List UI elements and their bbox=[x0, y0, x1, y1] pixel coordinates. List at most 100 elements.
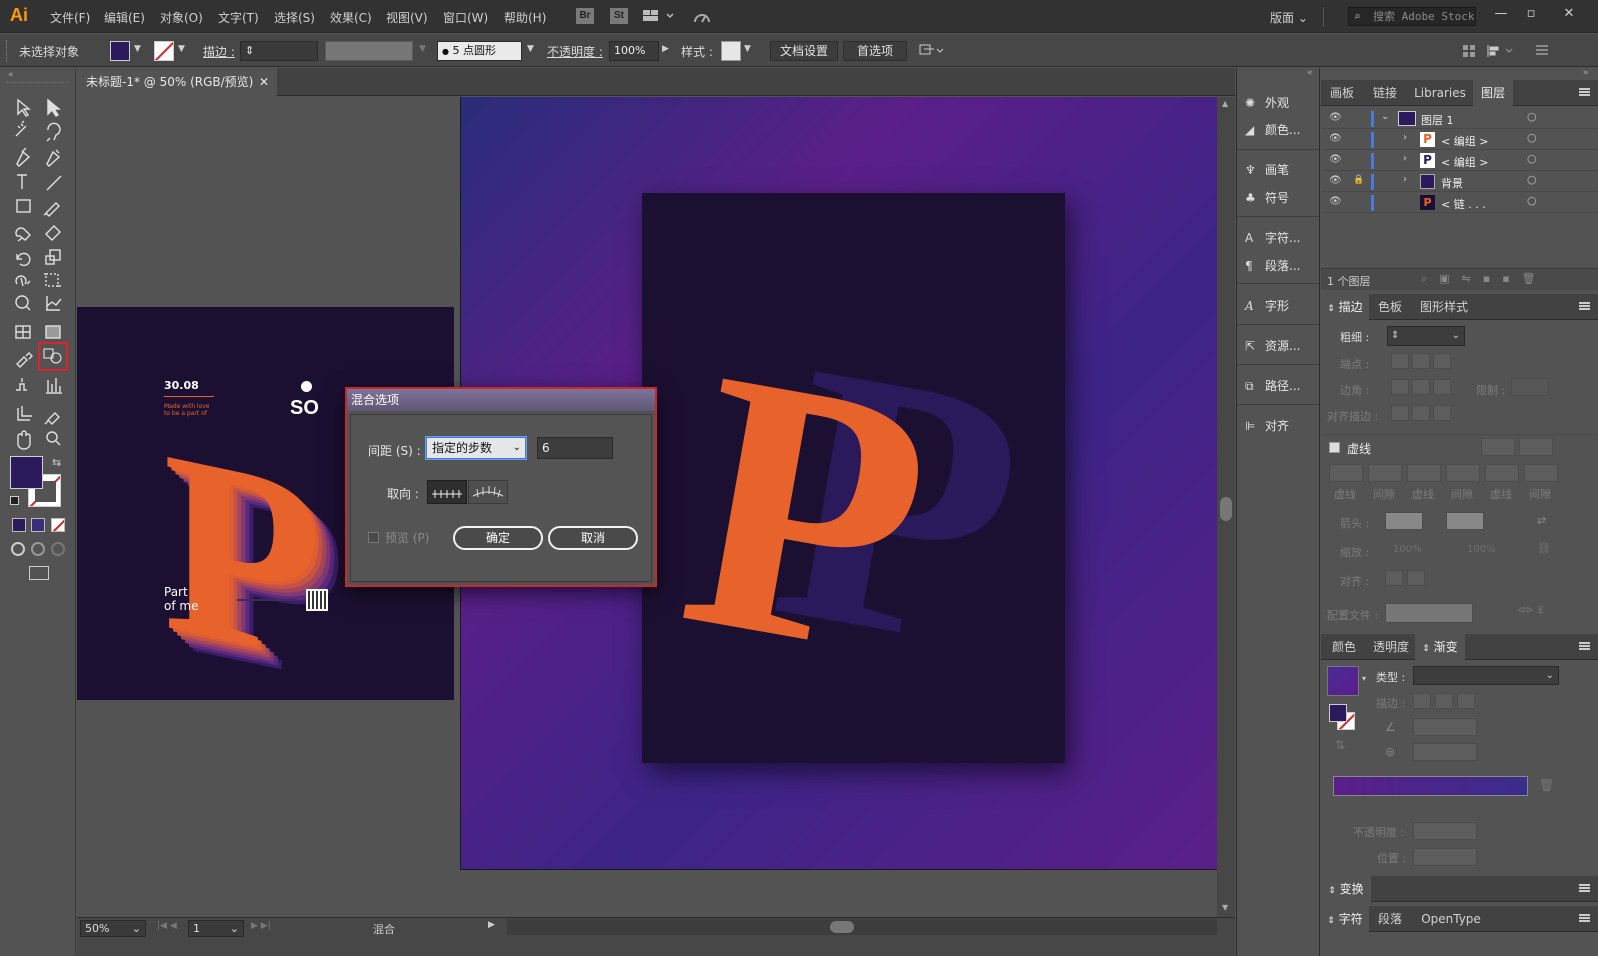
menu-type[interactable]: 文字(T) bbox=[218, 9, 259, 26]
tab-layers[interactable]: 图层 bbox=[1473, 80, 1513, 106]
menu-select[interactable]: 选择(S) bbox=[274, 9, 315, 26]
dashed-line-checkbox[interactable] bbox=[1329, 442, 1340, 453]
tab-links[interactable]: 链接 bbox=[1363, 80, 1407, 106]
menu-object[interactable]: 对象(O) bbox=[160, 9, 203, 26]
arrange-icon[interactable] bbox=[1462, 44, 1476, 58]
horizontal-scrollbar[interactable] bbox=[507, 919, 1217, 935]
chevron-right-icon[interactable]: › bbox=[1403, 153, 1407, 164]
close-tab-icon[interactable]: ✕ bbox=[259, 68, 269, 96]
chevron-down-icon[interactable]: ▼ bbox=[527, 44, 534, 54]
screen-mode-icon[interactable] bbox=[29, 566, 49, 580]
align-to-path-button[interactable] bbox=[468, 480, 508, 504]
panel-menu-icon[interactable] bbox=[1579, 642, 1590, 650]
menu-window[interactable]: 窗口(W) bbox=[443, 9, 488, 26]
gradient-fill-swatch[interactable] bbox=[1329, 704, 1347, 722]
visibility-eye-icon[interactable]: 👁 bbox=[1329, 154, 1342, 165]
panel-menu-icon[interactable] bbox=[1579, 302, 1590, 310]
draw-behind-icon[interactable] bbox=[31, 542, 45, 556]
graphic-style-swatch[interactable] bbox=[721, 41, 741, 61]
stroke-weight-label[interactable]: 描边 : bbox=[203, 43, 235, 60]
layer-row[interactable]: 👁 ⌄ 图层 1 ○ bbox=[1321, 109, 1598, 129]
ok-button[interactable]: 确定 bbox=[453, 526, 543, 550]
stroke-weight-input[interactable]: ⇕ ⌄ bbox=[1387, 326, 1465, 346]
chevron-right-icon[interactable]: › bbox=[1403, 132, 1407, 143]
scrollbar-thumb[interactable] bbox=[1220, 497, 1232, 521]
status-menu-icon[interactable]: ▶ bbox=[488, 920, 495, 930]
layer-name[interactable]: 图层 1 bbox=[1421, 112, 1454, 128]
tab-stroke[interactable]: ⇕ 描边 bbox=[1321, 294, 1369, 320]
target-circle-icon[interactable]: ○ bbox=[1527, 131, 1537, 144]
strip-brushes[interactable]: ♆ 画笔 bbox=[1245, 157, 1289, 183]
steps-input[interactable]: 6 bbox=[537, 437, 613, 459]
none-mode-button[interactable] bbox=[51, 518, 65, 532]
zoom-field[interactable]: 50% ⌄ bbox=[80, 920, 146, 937]
strip-align[interactable]: ⊫ 对齐 bbox=[1245, 413, 1289, 439]
align-options-icon[interactable] bbox=[1486, 43, 1516, 59]
layer-name[interactable]: < 链 . . . bbox=[1441, 196, 1486, 212]
tab-color[interactable]: 颜色 bbox=[1321, 634, 1367, 660]
bridge-button[interactable]: Br bbox=[576, 8, 594, 24]
spacing-select[interactable]: 指定的步数 ⌄ bbox=[426, 437, 526, 459]
blend-tool[interactable] bbox=[38, 342, 68, 371]
tab-graphic-styles[interactable]: 图形样式 bbox=[1411, 294, 1477, 320]
panel-menu-icon[interactable] bbox=[1579, 884, 1590, 892]
target-circle-icon[interactable]: ○ bbox=[1527, 173, 1537, 186]
expand-panels-icon[interactable]: « bbox=[1307, 68, 1313, 78]
menu-view[interactable]: 视图(V) bbox=[386, 9, 428, 26]
layer-name[interactable]: 背景 bbox=[1441, 175, 1463, 191]
fill-swatch-large[interactable] bbox=[10, 456, 43, 489]
gradient-preview-swatch[interactable] bbox=[1327, 666, 1359, 696]
chevron-down-icon[interactable]: ▼ bbox=[178, 44, 185, 54]
draw-inside-icon[interactable] bbox=[51, 542, 65, 556]
last-artboard-icon[interactable]: ▶ ▶| bbox=[251, 921, 271, 931]
minimize-button[interactable]: — bbox=[1486, 4, 1516, 24]
swap-colors-icon[interactable]: ⇆ bbox=[52, 456, 61, 469]
tab-transform[interactable]: ⇕ 变换 bbox=[1321, 876, 1371, 902]
maximize-button[interactable]: ▫ bbox=[1516, 4, 1546, 24]
strip-character[interactable]: A 字符... bbox=[1245, 225, 1300, 251]
preferences-button[interactable]: 首选项 bbox=[843, 41, 907, 61]
chevron-right-icon[interactable]: › bbox=[1403, 174, 1407, 185]
strip-pathfinder[interactable]: ⧉ 路径... bbox=[1245, 373, 1300, 399]
opacity-label[interactable]: 不透明度 : bbox=[547, 43, 603, 60]
chevron-down-icon[interactable]: ⌄ bbox=[1381, 111, 1389, 122]
menu-help[interactable]: 帮助(H) bbox=[504, 9, 546, 26]
tab-libraries[interactable]: Libraries bbox=[1407, 80, 1473, 106]
default-colors-icon[interactable] bbox=[10, 496, 19, 505]
visibility-eye-icon[interactable]: 👁 bbox=[1329, 175, 1342, 186]
collapse-dock-icon[interactable]: » bbox=[1583, 68, 1589, 78]
collapse-icon[interactable]: « bbox=[8, 70, 14, 80]
stroke-color-swatch[interactable] bbox=[154, 41, 174, 61]
layer-row[interactable]: 👁 P < 链 . . . ○ bbox=[1321, 193, 1598, 213]
chevron-right-icon[interactable]: ▶ bbox=[662, 44, 669, 54]
brush-definition[interactable]: ● 5 点圆形 bbox=[437, 41, 522, 61]
layer-row[interactable]: 👁 › P < 编组 > ○ bbox=[1321, 151, 1598, 171]
tab-transparency[interactable]: 透明度 bbox=[1367, 634, 1415, 660]
artboard-number-field[interactable]: 1 ⌄ bbox=[188, 920, 244, 937]
tab-artboards[interactable]: 画板 bbox=[1321, 80, 1363, 106]
hscroll-thumb[interactable] bbox=[830, 921, 854, 933]
strip-assets[interactable]: ⇱ 资源... bbox=[1245, 333, 1300, 359]
gradient-type-select[interactable]: ⌄ bbox=[1413, 666, 1559, 685]
layer-row[interactable]: 👁 🔒 › 背景 ○ bbox=[1321, 172, 1598, 192]
stock-search-input[interactable]: ⌕ 搜索 Adobe Stock bbox=[1348, 7, 1476, 26]
strip-color[interactable]: ◢ 颜色... bbox=[1245, 117, 1300, 143]
gpu-performance-icon[interactable] bbox=[692, 8, 712, 26]
variable-width-profile[interactable] bbox=[325, 41, 413, 61]
tab-opentype[interactable]: OpenType bbox=[1411, 906, 1491, 932]
strip-paragraph[interactable]: ¶ 段落... bbox=[1245, 253, 1300, 279]
chevron-down-icon[interactable]: ▼ bbox=[134, 44, 141, 54]
document-tab[interactable]: 未标题-1* @ 50% (RGB/预览) ✕ bbox=[77, 68, 277, 96]
tab-character[interactable]: ⇕ 字符 bbox=[1321, 906, 1369, 932]
align-to-icon[interactable] bbox=[918, 43, 946, 59]
document-setup-button[interactable]: 文档设置 bbox=[770, 41, 838, 61]
vertical-scrollbar[interactable]: ▲ ▼ bbox=[1217, 97, 1235, 917]
gradient-mode-button[interactable] bbox=[31, 518, 45, 532]
target-circle-icon[interactable]: ○ bbox=[1527, 194, 1537, 207]
panel-menu-icon[interactable] bbox=[1579, 914, 1590, 922]
close-window-button[interactable]: ✕ bbox=[1554, 4, 1584, 24]
first-artboard-icon[interactable]: |◀ ◀ bbox=[157, 921, 177, 931]
target-circle-icon[interactable]: ○ bbox=[1527, 152, 1537, 165]
layer-name[interactable]: < 编组 > bbox=[1441, 154, 1488, 170]
arrange-documents-icon[interactable] bbox=[643, 9, 677, 23]
